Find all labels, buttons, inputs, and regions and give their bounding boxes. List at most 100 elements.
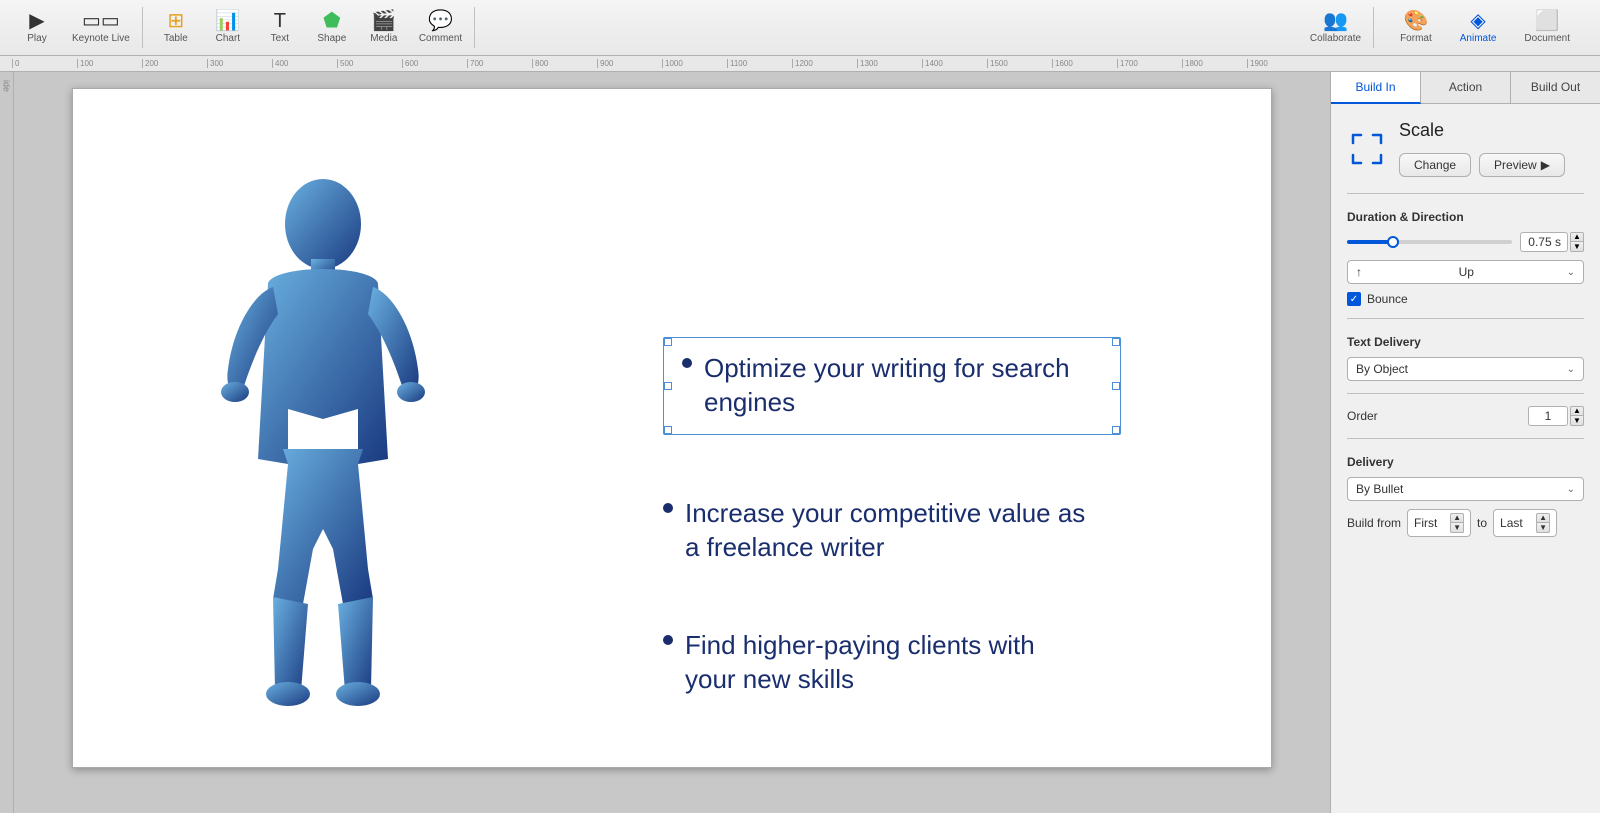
format-tab-button[interactable]: 🎨 Format bbox=[1386, 5, 1446, 50]
ruler-mark: 1600 bbox=[1052, 59, 1117, 68]
build-from-stepper-down[interactable]: ▼ bbox=[1450, 523, 1464, 533]
media-button[interactable]: 🎬 Media bbox=[359, 7, 409, 48]
bullet-dot-2 bbox=[663, 503, 673, 513]
bounce-checkbox[interactable] bbox=[1347, 292, 1361, 306]
to-label: to bbox=[1477, 516, 1487, 530]
ruler-mark: 1700 bbox=[1117, 59, 1182, 68]
build-from-last-dropdown[interactable]: Last ▲ ▼ bbox=[1493, 509, 1557, 537]
text-delivery-value: By Object bbox=[1356, 362, 1408, 376]
main-area: ide bbox=[0, 72, 1600, 813]
divider-1 bbox=[1347, 193, 1584, 194]
slider-thumb[interactable] bbox=[1387, 236, 1399, 248]
media-icon: 🎬 bbox=[371, 11, 396, 31]
bullet-item-2: Increase your competitive value as a fre… bbox=[663, 497, 1103, 565]
handle-bottom-left[interactable] bbox=[664, 426, 672, 434]
shape-label: Shape bbox=[317, 33, 346, 44]
animate-tab-button[interactable]: ◈ Animate bbox=[1446, 5, 1511, 50]
preview-button[interactable]: Preview ▶ bbox=[1479, 153, 1565, 177]
direction-dropdown-row: ↑ Up ⌄ bbox=[1347, 260, 1584, 284]
selected-text-box[interactable]: Optimize your writing for search engines bbox=[663, 337, 1121, 435]
handle-bottom-right[interactable] bbox=[1112, 426, 1120, 434]
handle-middle-left[interactable] bbox=[664, 382, 672, 390]
chart-button[interactable]: 📊 Chart bbox=[203, 7, 253, 48]
bullet-item-1: Optimize your writing for search engines bbox=[682, 352, 1102, 420]
handle-top-left[interactable] bbox=[664, 338, 672, 346]
delivery-section: Delivery By Bullet ⌄ bbox=[1347, 455, 1584, 501]
play-label: Play bbox=[27, 33, 46, 44]
bullet-dot-1 bbox=[682, 358, 692, 368]
text-delivery-dropdown[interactable]: By Object ⌄ bbox=[1347, 357, 1584, 381]
ruler-mark: 1500 bbox=[987, 59, 1052, 68]
document-label: Document bbox=[1524, 33, 1570, 44]
handle-middle-right[interactable] bbox=[1112, 382, 1120, 390]
text-delivery-label: Text Delivery bbox=[1347, 335, 1584, 349]
order-stepper-down[interactable]: ▼ bbox=[1570, 416, 1584, 426]
stepper-up[interactable]: ▲ bbox=[1570, 232, 1584, 242]
human-silhouette bbox=[213, 169, 433, 729]
play-button[interactable]: ▶ Play bbox=[12, 7, 62, 48]
duration-slider-track[interactable] bbox=[1347, 240, 1512, 244]
build-from-stepper-up[interactable]: ▲ bbox=[1450, 513, 1464, 523]
direction-label: Up bbox=[1459, 265, 1474, 279]
build-from-row: Build from First ▲ ▼ to Last ▲ ▼ bbox=[1347, 509, 1584, 537]
handle-top-right[interactable] bbox=[1112, 338, 1120, 346]
delivery-label: Delivery bbox=[1347, 455, 1584, 469]
build-from-stepper: ▲ ▼ bbox=[1450, 513, 1464, 533]
ruler-mark: 900 bbox=[597, 59, 662, 68]
duration-stepper: ▲ ▼ bbox=[1570, 232, 1584, 252]
delivery-value: By Bullet bbox=[1356, 482, 1403, 496]
animate-label: Animate bbox=[1460, 33, 1497, 44]
media-label: Media bbox=[370, 33, 397, 44]
preview-arrow: ▶ bbox=[1541, 158, 1550, 172]
build-to-stepper-down[interactable]: ▼ bbox=[1536, 523, 1550, 533]
duration-value[interactable]: 0.75 s bbox=[1520, 232, 1568, 252]
document-tab-button[interactable]: ⬜ Document bbox=[1510, 5, 1584, 50]
keynote-live-button[interactable]: ▭▭ Keynote Live bbox=[64, 7, 138, 48]
scale-info: Scale Change Preview ▶ bbox=[1399, 120, 1584, 177]
bullet-text-1: Optimize your writing for search engines bbox=[704, 352, 1102, 420]
build-tabs: Build In Action Build Out bbox=[1331, 72, 1600, 104]
shape-button[interactable]: ⬟ Shape bbox=[307, 7, 357, 48]
scale-icon-row: Scale Change Preview ▶ bbox=[1347, 120, 1584, 177]
order-value[interactable]: 1 bbox=[1528, 406, 1568, 426]
change-button[interactable]: Change bbox=[1399, 153, 1471, 177]
build-from-last: Last bbox=[1500, 516, 1523, 530]
build-in-tab[interactable]: Build In bbox=[1331, 72, 1421, 104]
comment-button[interactable]: 💬 Comment bbox=[411, 7, 470, 48]
stepper-down[interactable]: ▼ bbox=[1570, 242, 1584, 252]
build-out-tab[interactable]: Build Out bbox=[1511, 72, 1600, 103]
direction-icon: ↑ bbox=[1356, 265, 1362, 279]
collaborate-button[interactable]: 👥 Collaborate bbox=[1302, 7, 1369, 48]
duration-direction-label: Duration & Direction bbox=[1347, 210, 1584, 224]
ruler-mark: 100 bbox=[77, 59, 142, 68]
delivery-dropdown[interactable]: By Bullet ⌄ bbox=[1347, 477, 1584, 501]
ruler-mark: 1200 bbox=[792, 59, 857, 68]
collaborate-group: 👥 Collaborate bbox=[1298, 7, 1374, 48]
direction-dropdown[interactable]: ↑ Up ⌄ bbox=[1347, 260, 1584, 284]
ruler: 0 100 200 300 400 500 600 700 800 900 10… bbox=[0, 56, 1600, 72]
slide-canvas[interactable]: Optimize your writing for search engines… bbox=[72, 88, 1272, 768]
build-from-first-dropdown[interactable]: First ▲ ▼ bbox=[1407, 509, 1471, 537]
order-stepper-up[interactable]: ▲ bbox=[1570, 406, 1584, 416]
order-section: Order 1 ▲ ▼ bbox=[1347, 406, 1584, 426]
ruler-mark: 400 bbox=[272, 59, 337, 68]
table-icon: ⊞ bbox=[167, 11, 184, 31]
animate-icon: ◈ bbox=[1470, 11, 1485, 31]
main-toolbar: ▶ Play ▭▭ Keynote Live ⊞ Table 📊 Chart T… bbox=[0, 0, 1600, 56]
ruler-mark: 1300 bbox=[857, 59, 922, 68]
text-delivery-dropdown-row: By Object ⌄ bbox=[1347, 357, 1584, 381]
text-button[interactable]: T Text bbox=[255, 7, 305, 48]
table-button[interactable]: ⊞ Table bbox=[151, 7, 201, 48]
text-label: Text bbox=[271, 33, 289, 44]
ruler-mark: 1800 bbox=[1182, 59, 1247, 68]
divider-4 bbox=[1347, 438, 1584, 439]
format-label: Format bbox=[1400, 33, 1432, 44]
play-icon: ▶ bbox=[29, 11, 44, 31]
ruler-mark: 1000 bbox=[662, 59, 727, 68]
action-tab[interactable]: Action bbox=[1421, 72, 1511, 103]
canvas-area[interactable]: Optimize your writing for search engines… bbox=[14, 72, 1330, 813]
keynote-live-icon: ▭▭ bbox=[82, 11, 120, 31]
collaborate-icon: 👥 bbox=[1323, 11, 1348, 31]
duration-row: 0.75 s ▲ ▼ bbox=[1347, 232, 1584, 252]
build-to-stepper-up[interactable]: ▲ bbox=[1536, 513, 1550, 523]
